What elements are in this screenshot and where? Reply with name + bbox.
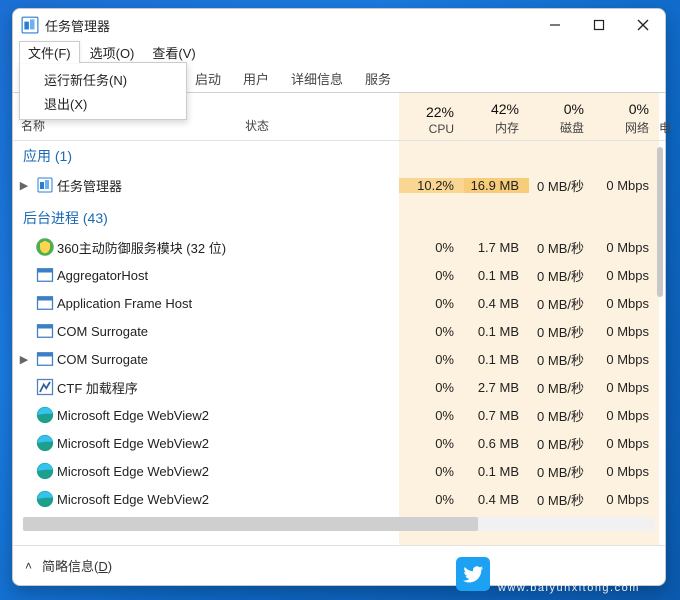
chevron-up-icon[interactable]: ˄	[25, 559, 32, 573]
vertical-scrollbar[interactable]	[657, 147, 663, 297]
table-row[interactable]: Microsoft Edge WebView2 0% 0.7 MB 0 MB/秒…	[13, 401, 665, 429]
col-cpu[interactable]: 22% CPU	[399, 93, 464, 140]
col-power[interactable]: 电	[659, 93, 680, 140]
app-generic-icon	[35, 349, 55, 369]
col-network[interactable]: 0% 网络	[594, 93, 659, 140]
table-row[interactable]: CTF 加载程序 0% 2.7 MB 0 MB/秒 0 Mbps	[13, 373, 665, 401]
table-row[interactable]: Microsoft Edge WebView2 0% 0.4 MB 0 MB/秒…	[13, 485, 665, 513]
chevron-right-icon[interactable]: ▶	[13, 179, 35, 192]
menu-exit[interactable]: 退出(X)	[20, 91, 186, 115]
watermark-text: 白云一键重装系统	[498, 553, 666, 582]
process-name: AggregatorHost	[55, 268, 399, 283]
shield-icon	[35, 237, 55, 257]
group-apps[interactable]: 应用 (1)	[13, 141, 665, 171]
titlebar[interactable]: 任务管理器	[13, 9, 665, 41]
close-button[interactable]	[621, 9, 665, 41]
process-name: Microsoft Edge WebView2	[55, 408, 399, 423]
minimize-button[interactable]	[533, 9, 577, 41]
edge-icon	[35, 405, 55, 425]
table-row[interactable]: AggregatorHost 0% 0.1 MB 0 MB/秒 0 Mbps	[13, 261, 665, 289]
menu-file[interactable]: 文件(F)	[19, 41, 80, 63]
scrollbar-thumb[interactable]	[23, 517, 478, 531]
brief-info-link[interactable]: 简略信息(D)简略信息(D)	[42, 556, 112, 575]
process-table: 名称 状态 22% CPU 42% 内存 0% 磁盘 0% 网络	[13, 93, 665, 545]
app-generic-icon	[35, 265, 55, 285]
menu-options[interactable]: 选项(O)	[82, 42, 143, 63]
process-name: 360主动防御服务模块 (32 位)	[55, 238, 399, 257]
table-row[interactable]: Application Frame Host 0% 0.4 MB 0 MB/秒 …	[13, 289, 665, 317]
table-row[interactable]: Microsoft Edge WebView2 0% 0.6 MB 0 MB/秒…	[13, 429, 665, 457]
process-name: Microsoft Edge WebView2	[55, 492, 399, 507]
process-name: Microsoft Edge WebView2	[55, 436, 399, 451]
menu-run-new-task[interactable]: 运行新任务(N)	[20, 67, 186, 91]
menubar: 文件(F) 选项(O) 查看(V) 运行新任务(N) 退出(X)	[13, 41, 665, 63]
group-background[interactable]: 后台进程 (43)	[13, 203, 665, 233]
col-memory[interactable]: 42% 内存	[464, 93, 529, 140]
window-title: 任务管理器	[45, 16, 110, 35]
col-disk[interactable]: 0% 磁盘	[529, 93, 594, 140]
process-name: COM Surrogate	[55, 352, 399, 367]
col-status[interactable]: 状态	[245, 93, 399, 140]
table-row[interactable]: 360主动防御服务模块 (32 位) 0% 1.7 MB 0 MB/秒 0 Mb…	[13, 233, 665, 261]
watermark-url: www.baiyunxitong.com	[498, 582, 666, 594]
tab-services[interactable]: 服务	[355, 65, 401, 92]
table-row[interactable]: Microsoft Edge WebView2 0% 0.1 MB 0 MB/秒…	[13, 457, 665, 485]
process-name: Application Frame Host	[55, 296, 399, 311]
menu-view[interactable]: 查看(V)	[144, 42, 203, 63]
tab-users[interactable]: 用户	[233, 65, 279, 92]
task-manager-window: 任务管理器 文件(F) 选项(O) 查看(V) 运行新任务(N) 退出(X) 启…	[12, 8, 666, 586]
maximize-button[interactable]	[577, 9, 621, 41]
edge-icon	[35, 489, 55, 509]
edge-icon	[35, 461, 55, 481]
tab-details[interactable]: 详细信息	[281, 65, 353, 92]
app-generic-icon	[35, 293, 55, 313]
process-name: 任务管理器	[55, 176, 399, 195]
process-name: COM Surrogate	[55, 324, 399, 339]
app-icon	[21, 16, 39, 34]
process-name: CTF 加载程序	[55, 378, 399, 397]
file-menu-dropdown: 运行新任务(N) 退出(X)	[19, 62, 187, 120]
horizontal-scrollbar[interactable]	[23, 517, 655, 531]
app-generic-icon	[35, 321, 55, 341]
ctf-icon	[35, 377, 55, 397]
table-row[interactable]: ▶ 任务管理器 10.2% 16.9 MB 0 MB/秒 0 Mbps	[13, 171, 665, 199]
process-name: Microsoft Edge WebView2	[55, 464, 399, 479]
watermark-logo-icon	[456, 557, 490, 591]
chevron-right-icon[interactable]: ▶	[13, 353, 35, 366]
edge-icon	[35, 433, 55, 453]
table-row[interactable]: COM Surrogate 0% 0.1 MB 0 MB/秒 0 Mbps	[13, 317, 665, 345]
task-manager-icon	[35, 177, 55, 193]
table-row[interactable]: ▶ COM Surrogate 0% 0.1 MB 0 MB/秒 0 Mbps	[13, 345, 665, 373]
tab-startup[interactable]: 启动	[185, 65, 231, 92]
watermark: 白云一键重装系统 www.baiyunxitong.com	[456, 553, 666, 594]
